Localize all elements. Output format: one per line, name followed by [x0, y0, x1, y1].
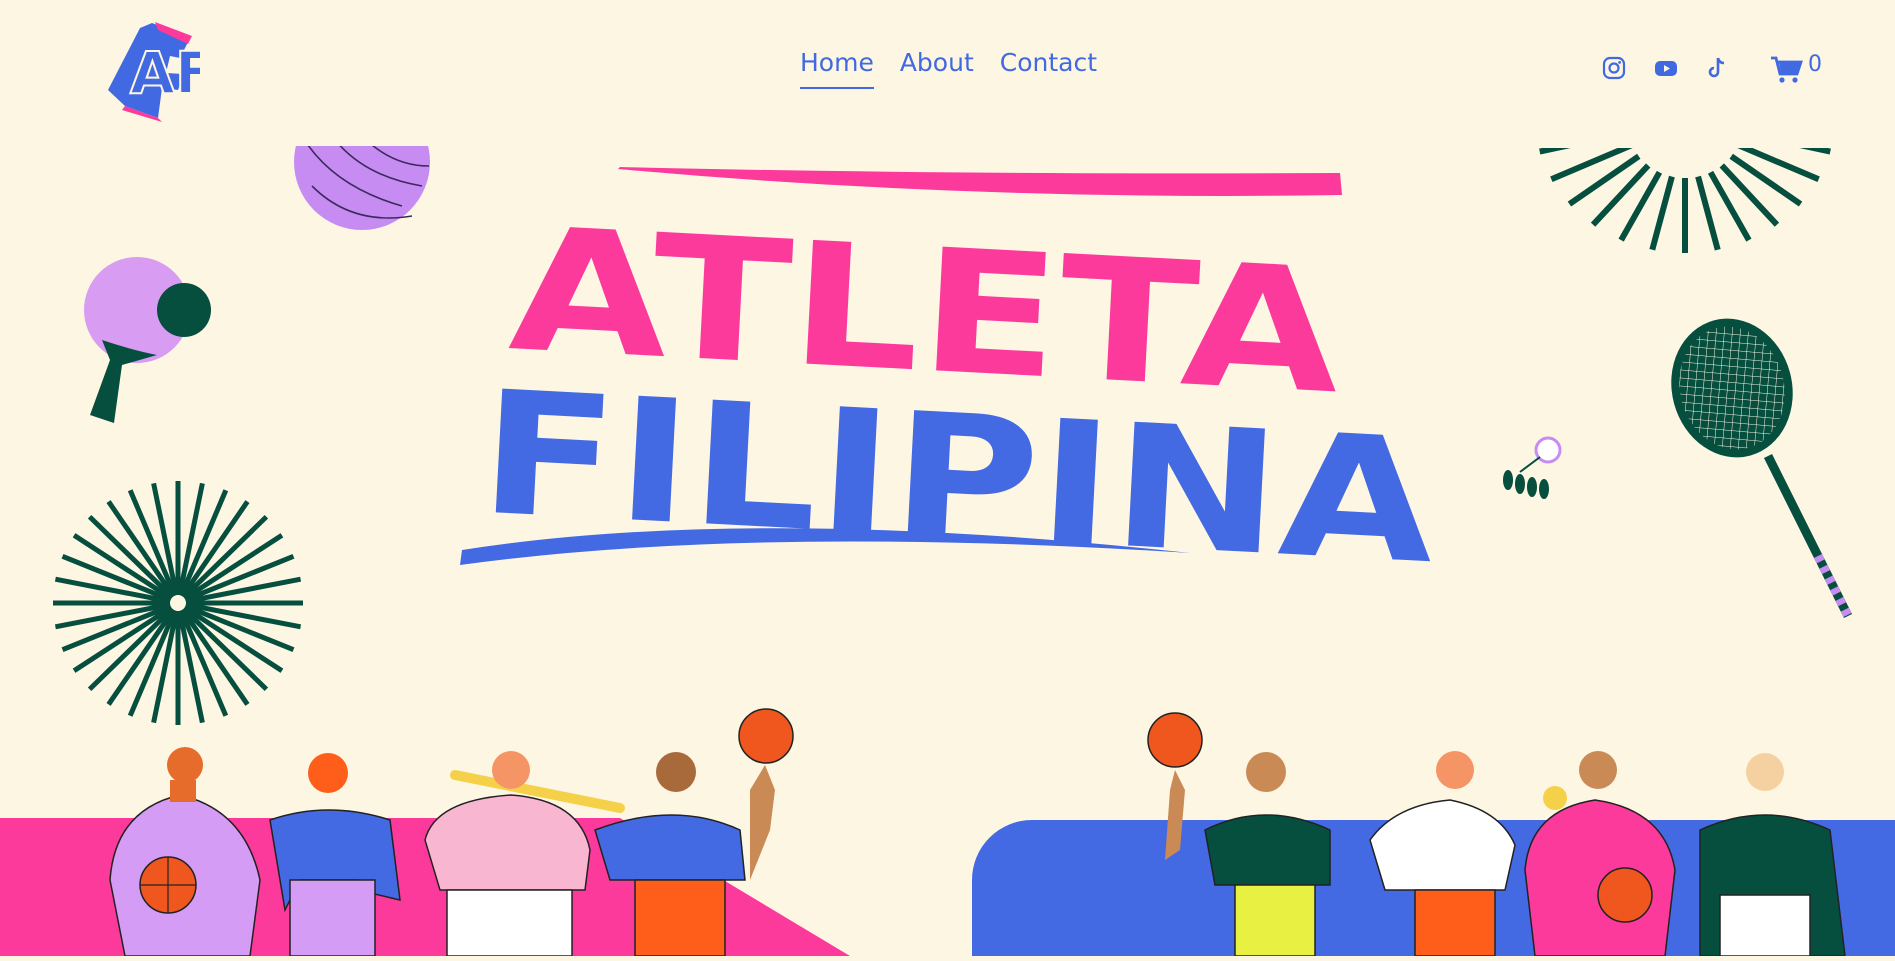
site-logo[interactable]: AF	[100, 18, 216, 128]
sunburst-ray	[1729, 153, 1803, 207]
badminton-racket-illustration	[1668, 316, 1868, 631]
athlete-figure	[1699, 753, 1846, 957]
sunburst-ray	[1695, 175, 1721, 251]
ping-pong-paddle-illustration	[82, 255, 217, 430]
sunburst-ray	[1567, 153, 1641, 207]
sunburst-ray	[1618, 170, 1663, 242]
main-nav: Home About Contact	[800, 48, 1097, 89]
athlete-figure	[1147, 712, 1331, 957]
sunburst-ray	[1737, 142, 1820, 183]
cart-count[interactable]: 0	[1808, 52, 1822, 77]
athlete-group-left	[90, 700, 810, 961]
nav-home[interactable]: Home	[800, 48, 874, 89]
athlete-figure	[109, 747, 261, 957]
nav-contact[interactable]: Contact	[1000, 48, 1097, 89]
cart-icon[interactable]	[1770, 55, 1804, 83]
sunburst-ray	[1719, 163, 1780, 227]
volleyball-illustration	[292, 146, 432, 237]
sunburst-ray	[1550, 142, 1633, 183]
tiktok-icon[interactable]	[1704, 55, 1732, 83]
athlete-figure	[1524, 751, 1676, 957]
instagram-icon[interactable]	[1601, 55, 1629, 83]
athlete-figure	[269, 753, 401, 957]
starburst-decoration	[48, 478, 308, 733]
sunburst-ray	[1649, 175, 1675, 251]
nav-about[interactable]: About	[900, 48, 974, 89]
sunburst-ray	[1707, 170, 1752, 242]
shuttlecock-illustration	[1500, 432, 1570, 517]
athlete-figure	[424, 751, 625, 957]
athlete-group-right	[1140, 700, 1880, 961]
sunburst-ray	[1590, 163, 1651, 227]
sunburst-decoration	[1515, 129, 1855, 263]
hero-title: ATLETA FILIPINA	[450, 155, 1450, 602]
athlete-figure	[594, 708, 794, 957]
youtube-icon[interactable]	[1653, 55, 1681, 83]
logo-lettering: AF	[130, 39, 200, 107]
